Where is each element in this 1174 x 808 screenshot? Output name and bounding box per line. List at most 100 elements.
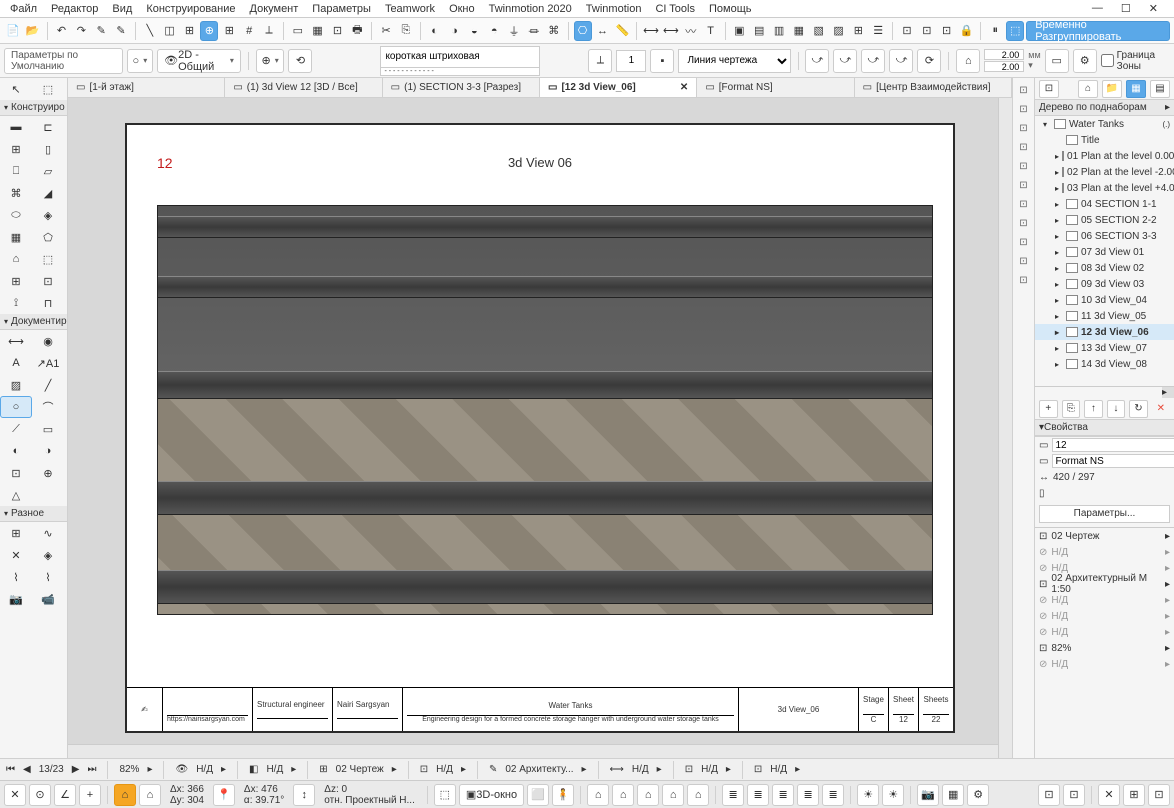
text-tool-icon[interactable]: A (0, 352, 32, 374)
tab-5[interactable]: ▭[Центр Взаимодействия] (855, 78, 1012, 97)
rail-icon-11[interactable]: ⊡ (1015, 272, 1033, 288)
tree-item-10[interactable]: ▸11 3d View_05 (1035, 308, 1174, 324)
home-icon[interactable]: ⌂ (956, 49, 980, 73)
extra2-icon[interactable]: ⊡ (918, 21, 936, 41)
tab-1[interactable]: ▭(1) 3d View 12 [3D / Все] (225, 78, 382, 97)
tree-item-3[interactable]: ▸04 SECTION 1-1 (1035, 196, 1174, 212)
door-tool-icon[interactable]: ⊏ (32, 116, 64, 138)
column-tool-icon[interactable]: ▯ (32, 138, 64, 160)
curtain-tool-icon[interactable]: ▦ (0, 226, 32, 248)
menu-window[interactable]: Окно (443, 3, 481, 15)
rail-icon-5[interactable]: ⊡ (1015, 158, 1033, 174)
sb-layer[interactable]: 02 Чертеж (336, 764, 384, 775)
bb-sun-icon[interactable]: ☀ (857, 784, 879, 806)
rect-icon[interactable]: ▭ (289, 21, 307, 41)
bb-r2-icon[interactable]: ⊡ (1063, 784, 1085, 806)
dim2-icon[interactable]: ⟷ (662, 21, 680, 41)
group2-icon[interactable]: ▤ (750, 21, 768, 41)
mep-tool-icon[interactable]: ⊡ (32, 270, 64, 292)
bb-layers-icon[interactable]: ≣ (722, 784, 744, 806)
bb-render-icon[interactable]: ▦ (942, 784, 964, 806)
bb-l3-icon[interactable]: ≣ (772, 784, 794, 806)
menu-params[interactable]: Параметры (306, 3, 377, 15)
bb-snap-icon[interactable]: ⊙ (29, 784, 51, 806)
worksheet-tool-icon[interactable]: ⊡ (0, 462, 32, 484)
label-tool-icon[interactable]: ↗A1 (32, 352, 64, 374)
line-icon[interactable]: ╲ (141, 21, 159, 41)
tree-delete-icon[interactable]: ✕ (1152, 400, 1170, 418)
group4-icon[interactable]: ▦ (790, 21, 808, 41)
properties-header[interactable]: ▾ Свойства (1035, 420, 1174, 436)
tree-item-13[interactable]: ▸14 3d View_08 (1035, 356, 1174, 372)
menu-document[interactable]: Документ (244, 3, 305, 15)
bb-l2-icon[interactable]: ≣ (747, 784, 769, 806)
close-icon[interactable]: ✕ (1143, 2, 1164, 15)
beam-tool-icon[interactable]: ⎕ (0, 160, 32, 182)
bb-cross-icon[interactable]: ✕ (4, 784, 26, 806)
snap-mode-icon[interactable]: ⎔ (574, 21, 592, 41)
nav-mode-folder-icon[interactable]: 📁 (1102, 80, 1122, 98)
menu-construct[interactable]: Конструирование (140, 3, 241, 15)
nav-mode-pub-icon[interactable]: ▤ (1150, 80, 1170, 98)
group3-icon[interactable]: ▥ (770, 21, 788, 41)
tree-item-4[interactable]: ▸05 SECTION 2-2 (1035, 212, 1174, 228)
tool-f-icon[interactable]: ⏛ (525, 21, 543, 41)
tab-close-icon[interactable]: ✕ (680, 82, 688, 93)
tool-d-icon[interactable]: ◓ (485, 21, 503, 41)
redo-icon[interactable]: ↷ (72, 21, 90, 41)
lamp-tool-icon[interactable]: ⟟ (0, 292, 32, 314)
bb-r5-icon[interactable]: ⊡ (1148, 784, 1170, 806)
circle-tool-icon[interactable]: ○ (0, 396, 32, 418)
mesh-tool-icon[interactable]: ⊞ (0, 270, 32, 292)
view-mode-dropdown[interactable]: 👁 2D - Общий (157, 49, 241, 73)
minimize-icon[interactable]: — (1086, 2, 1109, 15)
tree-item-8[interactable]: ▸09 3d View 03 (1035, 276, 1174, 292)
prop-format-input[interactable] (1052, 454, 1174, 468)
suspend-icon[interactable]: ⏸ (986, 21, 1004, 41)
dimension-tool-icon[interactable]: ⟷ (0, 330, 32, 352)
toolbox-document-header[interactable]: ▾Документиро (0, 314, 67, 330)
nav-last-icon[interactable]: ⏭ (87, 764, 96, 775)
tree-item-2[interactable]: ▸03 Plan at the level +4.00 (1035, 180, 1174, 196)
grid-snap-icon[interactable]: ⊞ (181, 21, 199, 41)
tool-e-icon[interactable]: ⏚ (505, 21, 523, 41)
fill-tool-icon[interactable]: ▨ (0, 374, 32, 396)
rail-icon-4[interactable]: ⊡ (1015, 139, 1033, 155)
skylight-tool-icon[interactable]: ◈ (32, 204, 64, 226)
shell-tool-icon[interactable]: ⬭ (0, 204, 32, 226)
bb-3d-window-button[interactable]: ▣ 3D-окно (459, 784, 524, 806)
tree-up-icon[interactable]: ↑ (1084, 400, 1103, 418)
nav-mode-home-icon[interactable]: ⌂ (1078, 80, 1098, 98)
print-icon[interactable]: 🖶 (348, 21, 366, 41)
menu-teamwork[interactable]: Teamwork (379, 3, 441, 15)
bb-t2-icon[interactable]: ⌂ (612, 784, 634, 806)
bb-l5-icon[interactable]: ≣ (822, 784, 844, 806)
grid2-icon[interactable]: # (240, 21, 258, 41)
hotspot-tool-icon[interactable]: ✕ (0, 544, 32, 566)
bb-home-icon[interactable]: ⌂ (114, 784, 136, 806)
maximize-icon[interactable]: ☐ (1115, 2, 1137, 15)
extra1-icon[interactable]: ⊡ (898, 21, 916, 41)
viewport[interactable]: 12 3d View 06 ✍︎ https://nairisargsyan.c… (68, 98, 1012, 758)
tree-item-0[interactable]: ▸01 Plan at the level 0.000 (1035, 148, 1174, 164)
bb-home2-icon[interactable]: ⌂ (139, 784, 161, 806)
box-icon[interactable]: ▭ (1045, 49, 1069, 73)
line-tool-icon[interactable]: ╱ (32, 374, 64, 396)
tool-g-icon[interactable]: ⌘ (545, 21, 563, 41)
bb-3d-icon[interactable]: ⬚ (434, 784, 456, 806)
rail-icon-10[interactable]: ⊡ (1015, 253, 1033, 269)
nav-mode-project-icon[interactable]: ⊡ (1039, 80, 1059, 98)
window-tool-icon[interactable]: ⊞ (0, 138, 32, 160)
dim-icon[interactable]: ⟷ (642, 21, 660, 41)
toolbox-construct-header[interactable]: ▾Конструиро (0, 100, 67, 116)
parameters-button[interactable]: Параметры... (1039, 505, 1170, 523)
bb-t1-icon[interactable]: ⌂ (587, 784, 609, 806)
snap-active-icon[interactable]: ⊕ (200, 21, 218, 41)
arc1-button[interactable]: ⤻ (805, 49, 829, 73)
slab-tool-icon[interactable]: ▱ (32, 160, 64, 182)
copy-icon[interactable]: ⎘ (397, 21, 415, 41)
shape-circle-button[interactable]: ○ (127, 49, 153, 73)
detail-tool-icon[interactable]: ⊕ (32, 462, 64, 484)
nav-first-icon[interactable]: ⏮ (6, 764, 15, 775)
bb-r3-icon[interactable]: ✕ (1098, 784, 1120, 806)
